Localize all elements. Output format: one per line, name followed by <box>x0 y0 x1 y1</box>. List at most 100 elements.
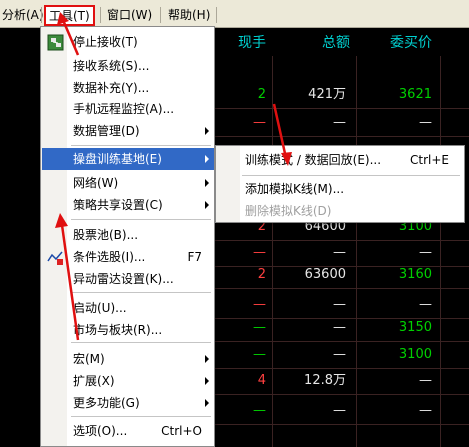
current-volume-cell: 2 <box>257 87 266 102</box>
total-amount-cell: — <box>333 245 346 260</box>
training-submenu: 训练模式 / 数据回放(E)... Ctrl+E 添加模拟K线(M)... 删除模拟K… <box>215 145 465 223</box>
menu-item-extension[interactable]: 扩展(X) <box>42 370 214 392</box>
total-amount-cell: — <box>333 115 346 130</box>
menu-item-label: 数据管理(D) <box>73 124 140 138</box>
submenu-arrow-icon <box>205 155 209 163</box>
total-amount-cell: — <box>333 297 346 312</box>
total-amount-cell: — <box>333 347 346 362</box>
menubar-divider <box>216 7 217 23</box>
row-divider <box>214 394 469 395</box>
bid-price-cell: — <box>419 373 432 388</box>
menu-item-label: 股票池(B)... <box>73 228 139 242</box>
menu-item-label: 网络(W) <box>73 176 119 190</box>
submenu-item-add-simulated-kline[interactable]: 添加模拟K线(M)... <box>217 178 463 200</box>
menu-item-data-supplement[interactable]: 数据补充(Y)... <box>42 77 214 99</box>
submenu-arrow-icon <box>205 127 209 135</box>
bid-price-cell: 3150 <box>398 320 432 335</box>
bid-price-cell: 3160 <box>398 267 432 282</box>
total-amount-cell: — <box>333 403 346 418</box>
row-divider <box>214 136 469 137</box>
submenu-item-label: 训练模式 / 数据回放(E)... <box>245 153 382 167</box>
total-amount-cell: 421万 <box>308 87 346 102</box>
shortcut-label: Ctrl+E <box>410 153 449 167</box>
menu-bar: 分析(A) 工具(T) 窗口(W) 帮助(H) <box>0 0 469 28</box>
submenu-item-label: 删除模拟K线(D) <box>245 204 332 218</box>
submenu-item-training-mode-replay[interactable]: 训练模式 / 数据回放(E)... Ctrl+E <box>217 149 463 171</box>
menu-item-stock-pool[interactable]: 股票池(B)... <box>42 224 214 246</box>
menu-separator <box>71 145 211 146</box>
total-amount-cell: 63600 <box>304 267 346 282</box>
menu-item-label: 操盘训练基地(E) <box>73 152 162 166</box>
menu-separator <box>71 342 211 343</box>
menu-item-condition-screen[interactable]: 条件选股(I)... F7 <box>42 246 214 268</box>
current-volume-cell: — <box>253 115 266 130</box>
submenu-arrow-icon <box>205 179 209 187</box>
bid-price-cell: — <box>419 245 432 260</box>
menu-tools[interactable]: 工具(T) <box>44 5 95 26</box>
column-divider <box>272 56 273 447</box>
menu-separator <box>71 292 211 293</box>
bid-price-cell: — <box>419 403 432 418</box>
submenu-arrow-icon <box>205 377 209 385</box>
menu-item-label: 异动雷达设置(K)... <box>73 272 174 286</box>
menu-item-label: 接收系统(S)... <box>73 59 150 73</box>
current-volume-cell: — <box>253 320 266 335</box>
menu-item-training-base[interactable]: 操盘训练基地(E) <box>42 148 214 170</box>
submenu-item-delete-simulated-kline: 删除模拟K线(D) <box>217 200 463 222</box>
menu-item-data-management[interactable]: 数据管理(D) <box>42 120 214 142</box>
bid-price-cell: — <box>419 297 432 312</box>
column-header-total-amount[interactable]: 总额 <box>290 32 350 52</box>
current-volume-cell: 2 <box>257 267 266 282</box>
total-amount-cell: 12.8万 <box>304 373 346 388</box>
menu-item-macro[interactable]: 宏(M) <box>42 348 214 370</box>
column-header-bid-price[interactable]: 委买价 <box>370 32 432 52</box>
menu-item-label: 手机远程监控(A)... <box>73 102 175 116</box>
menu-separator <box>71 219 211 220</box>
row-divider <box>214 108 469 109</box>
submenu-separator <box>242 175 460 176</box>
submenu-arrow-icon <box>205 201 209 209</box>
menu-item-label: 启动(U)... <box>73 301 127 315</box>
menu-window[interactable]: 窗口(W) <box>103 6 156 24</box>
menu-item-stop-receive[interactable]: 停止接收(T) <box>42 31 214 53</box>
row-divider <box>214 240 469 241</box>
menu-help[interactable]: 帮助(H) <box>164 6 214 24</box>
row-divider <box>214 368 469 369</box>
menu-item-network[interactable]: 网络(W) <box>42 172 214 194</box>
menu-item-startup[interactable]: 启动(U)... <box>42 297 214 319</box>
menu-item-label: 宏(M) <box>73 352 105 366</box>
column-divider <box>356 56 357 447</box>
menu-item-more-functions[interactable]: 更多功能(G) <box>42 392 214 414</box>
menu-item-label: 选项(O)... <box>73 424 128 438</box>
row-divider <box>214 424 469 425</box>
menu-item-label: 更多功能(G) <box>73 396 140 410</box>
menu-item-radar-settings[interactable]: 异动雷达设置(K)... <box>42 268 214 290</box>
menu-item-receive-system[interactable]: 接收系统(S)... <box>42 55 214 77</box>
tools-menu: 停止接收(T) 接收系统(S)... 数据补充(Y)... 手机远程监控(A)... 数… <box>40 26 215 447</box>
menu-item-label: 停止接收(T) <box>73 35 138 49</box>
column-header-current-volume[interactable]: 现手 <box>226 32 266 52</box>
row-divider <box>214 288 469 289</box>
menu-item-market-sectors[interactable]: 市场与板块(R)... <box>42 319 214 341</box>
bid-price-cell: 3621 <box>398 87 432 102</box>
menu-item-label: 扩展(X) <box>73 374 115 388</box>
bid-price-cell: — <box>419 115 432 130</box>
menubar-divider <box>160 7 161 23</box>
menu-item-label: 条件选股(I)... <box>73 250 146 264</box>
menu-item-mobile-monitor[interactable]: 手机远程监控(A)... <box>42 98 214 120</box>
shortcut-label: Ctrl+O <box>161 424 202 438</box>
current-volume-cell: — <box>253 297 266 312</box>
menubar-divider <box>41 7 42 23</box>
shortcut-label: F7 <box>187 250 202 264</box>
current-volume-cell: 4 <box>257 373 266 388</box>
menu-item-strategy-sharing[interactable]: 策略共享设置(C) <box>42 194 214 216</box>
submenu-arrow-icon <box>205 355 209 363</box>
menu-item-label: 策略共享设置(C) <box>73 198 163 212</box>
menubar-divider <box>100 7 101 23</box>
menu-item-options[interactable]: 选项(O)... Ctrl+O <box>42 420 214 442</box>
current-volume-cell: — <box>253 347 266 362</box>
current-volume-cell: — <box>253 403 266 418</box>
bid-price-cell: 3100 <box>398 347 432 362</box>
menu-item-label: 市场与板块(R)... <box>73 323 163 337</box>
total-amount-cell: — <box>333 320 346 335</box>
